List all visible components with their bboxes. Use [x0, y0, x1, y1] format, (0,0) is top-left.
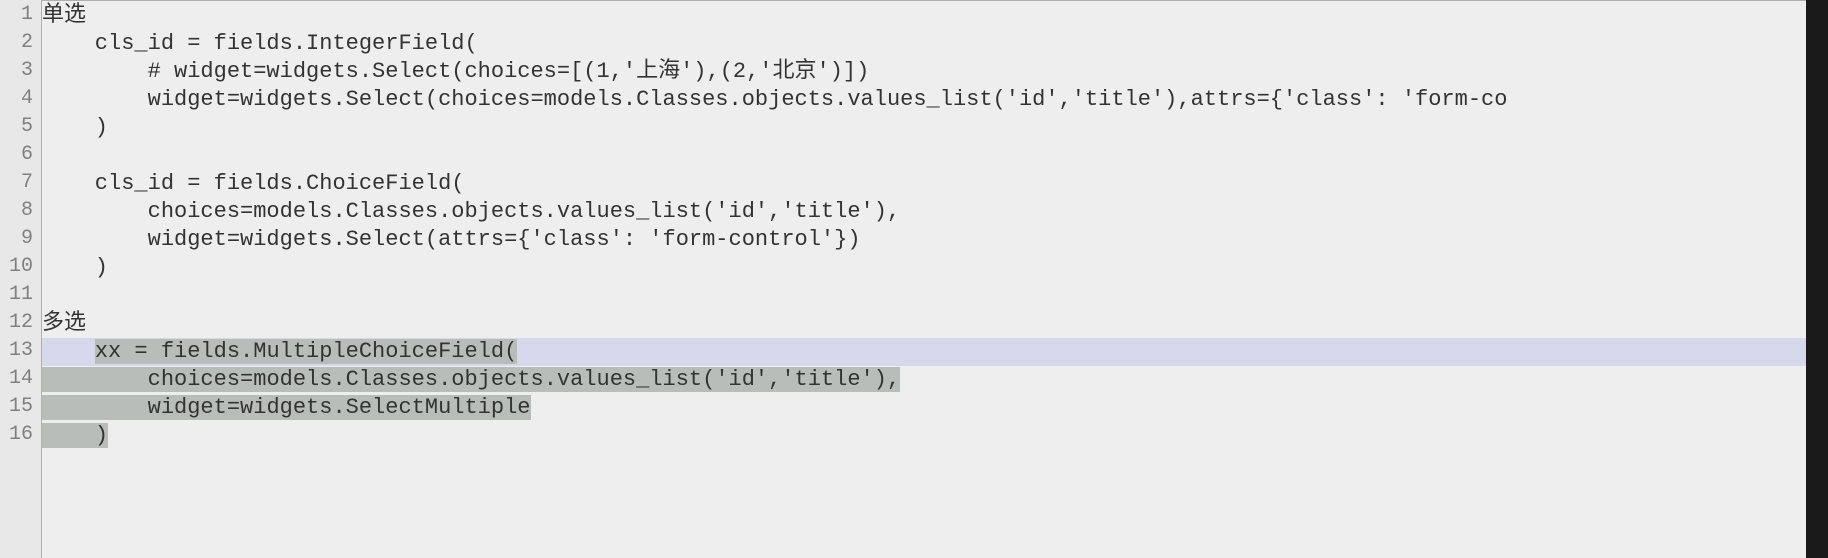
- code-line[interactable]: choices=models.Classes.objects.values_li…: [42, 366, 1828, 394]
- line-number: 4: [0, 85, 41, 113]
- code-line[interactable]: cls_id = fields.IntegerField(: [42, 30, 1828, 58]
- code-line[interactable]: widget=widgets.Select(choices=models.Cla…: [42, 86, 1828, 114]
- code-lines[interactable]: 单选 cls_id = fields.IntegerField( # widge…: [42, 1, 1828, 450]
- selection: choices=models.Classes.objects.values_li…: [42, 367, 900, 392]
- line-number: 10: [0, 253, 41, 281]
- code-line[interactable]: cls_id = fields.ChoiceField(: [42, 170, 1828, 198]
- line-number: 7: [0, 169, 41, 197]
- code-line[interactable]: 多选: [42, 310, 1828, 338]
- code-line[interactable]: 单选: [42, 2, 1828, 30]
- line-number: 8: [0, 197, 41, 225]
- code-line[interactable]: ): [42, 422, 1828, 450]
- code-line[interactable]: choices=models.Classes.objects.values_li…: [42, 198, 1828, 226]
- code-line[interactable]: widget=widgets.SelectMultiple: [42, 394, 1828, 422]
- code-line-current[interactable]: xx = fields.MultipleChoiceField(: [42, 338, 1828, 366]
- line-number: 5: [0, 113, 41, 141]
- line-number: 16: [0, 421, 41, 449]
- line-number-gutter: 1 2 3 4 5 6 7 8 9 10 11 12 13 14 15 16: [0, 0, 42, 558]
- line-number: 13: [0, 337, 41, 365]
- line-number: 6: [0, 141, 41, 169]
- selection: widget=widgets.SelectMultiple: [42, 395, 531, 420]
- line-number: 14: [0, 365, 41, 393]
- line-number: 2: [0, 29, 41, 57]
- code-area[interactable]: 单选 cls_id = fields.IntegerField( # widge…: [42, 0, 1828, 558]
- line-number: 12: [0, 309, 41, 337]
- code-line[interactable]: ): [42, 114, 1828, 142]
- code-line[interactable]: # widget=widgets.Select(choices=[(1,'上海'…: [42, 58, 1828, 86]
- line-number: 11: [0, 281, 41, 309]
- code-line[interactable]: ): [42, 254, 1828, 282]
- selection: xx = fields.MultipleChoiceField(: [95, 339, 517, 364]
- vertical-scrollbar[interactable]: [1806, 0, 1828, 558]
- code-line[interactable]: [42, 282, 1828, 310]
- line-number: 15: [0, 393, 41, 421]
- code-line[interactable]: widget=widgets.Select(attrs={'class': 'f…: [42, 226, 1828, 254]
- code-editor[interactable]: 1 2 3 4 5 6 7 8 9 10 11 12 13 14 15 16 单…: [0, 0, 1828, 558]
- code-line[interactable]: [42, 142, 1828, 170]
- line-number: 3: [0, 57, 41, 85]
- line-number: 9: [0, 225, 41, 253]
- line-number: 1: [0, 1, 41, 29]
- selection: ): [42, 423, 108, 448]
